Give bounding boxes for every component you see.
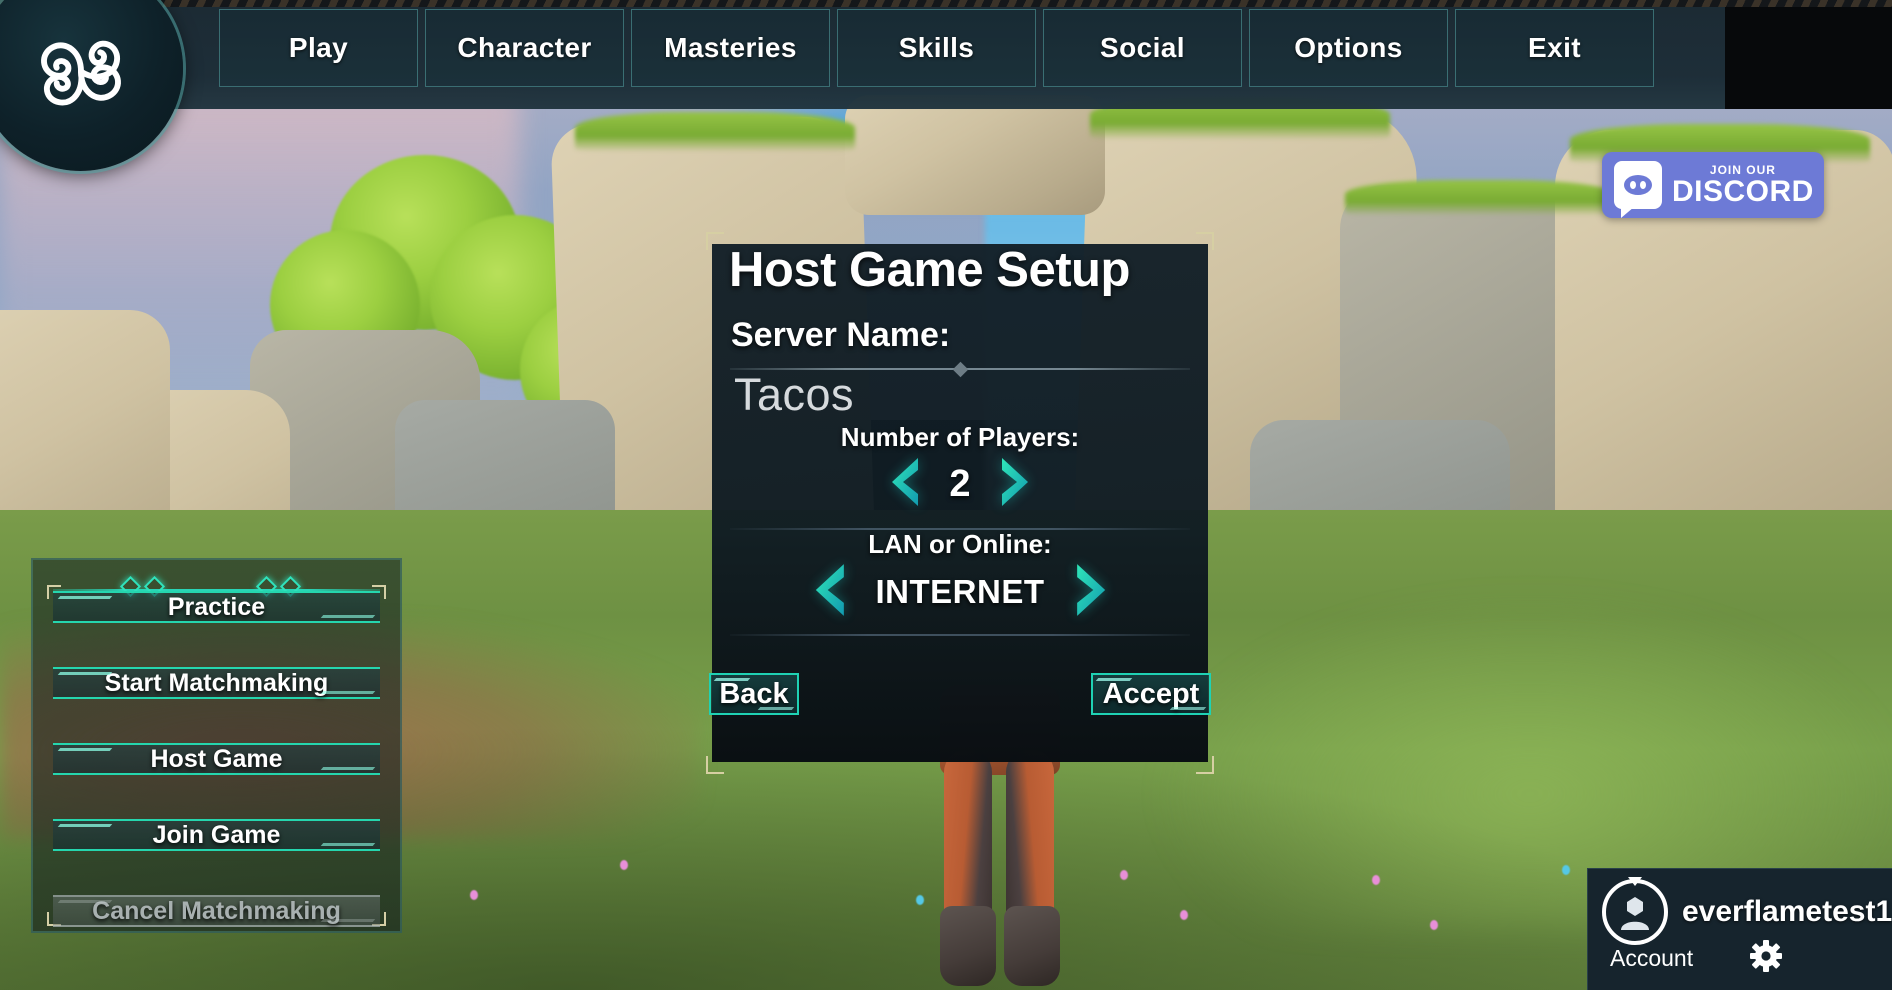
menu-item-label: Host Game [150,744,283,773]
dialog-corner-icon [706,232,724,250]
number-of-players-value: 2 [949,462,971,505]
menu-item-practice[interactable]: Practice [53,591,380,623]
dialog-corner-icon [1196,232,1214,250]
account-username: everflametest1 [1682,895,1892,928]
chevron-right-glyph [1076,563,1105,616]
menu-item-label: Practice [167,592,266,621]
nav-label: Options [1294,32,1403,63]
navbar-right-filler [1725,0,1892,109]
flower [1562,865,1570,875]
chevron-left-glyph [892,457,919,506]
discord-wordmark: DISCORD [1672,175,1814,208]
menu-item-label: Join Game [152,820,281,849]
back-button[interactable]: Back [709,673,799,715]
lan-or-online-label: LAN or Online: [868,529,1052,559]
menu-item-start-matchmaking[interactable]: Start Matchmaking [53,667,380,699]
play-menu-panel: Practice Start Matchmaking Host Game Joi… [31,558,402,933]
flower [1430,920,1438,930]
separator-line [730,634,1190,636]
nav-label: Character [457,32,592,63]
accept-button[interactable]: Accept [1091,673,1211,715]
account-actions: Account [1610,939,1783,978]
dialog-footer-separator [730,628,1190,642]
flower [620,860,628,870]
players-decrement-chevron-left-icon[interactable] [887,456,927,513]
nav-item-social[interactable]: Social [1043,9,1242,87]
number-of-players-stepper: 2 [712,456,1208,512]
chevron-left-glyph [815,563,844,616]
lan-or-online-value: INTERNET [875,573,1045,610]
menu-item-cancel-matchmaking: Cancel Matchmaking [53,895,380,927]
server-name-input[interactable]: Tacos [734,369,854,421]
moss [575,112,855,152]
separator-diamond-icon [952,361,968,378]
number-of-players-label: Number of Players: [840,422,1080,452]
gear-glyph [1750,940,1783,972]
play-menu-list: Practice Start Matchmaking Host Game Joi… [53,591,380,927]
flower [1180,910,1188,920]
panel-decoration [53,571,380,598]
mode-previous-chevron-left-icon[interactable] [810,562,854,623]
dialog-corner-icon [706,756,724,774]
flower [916,895,924,905]
avatar[interactable] [1602,877,1668,945]
lan-or-online-stepper: INTERNET [712,562,1208,623]
nav-label: Skills [898,32,975,63]
dialog-title: Host Game Setup [729,243,1130,297]
nav-label: Play [288,32,349,63]
nav-item-character[interactable]: Character [425,9,624,87]
navbar-hatch-strip [0,0,1892,7]
menu-item-label: Cancel Matchmaking [92,896,341,925]
host-game-setup-dialog: Host Game Setup Server Name: Tacos Numbe… [706,232,1214,774]
back-button-label: Back [719,677,789,710]
flower [470,890,478,900]
game-screen: Play Character Masteries Skills Social O… [0,0,1892,990]
accept-button-label: Accept [1102,677,1200,710]
mode-next-chevron-right-icon[interactable] [1067,562,1111,623]
account-panel: everflametest1 Account [1587,868,1892,990]
nav-label: Masteries [664,32,797,63]
server-name-label: Server Name: [731,316,951,354]
account-link[interactable]: Account [1610,945,1693,972]
character-boot [1004,906,1060,986]
menu-item-host-game[interactable]: Host Game [53,743,380,775]
menu-item-join-game[interactable]: Join Game [53,819,380,851]
play-menu-inner: Practice Start Matchmaking Host Game Joi… [47,571,386,927]
nav-item-play[interactable]: Play [219,9,418,87]
flower [1372,875,1380,885]
discord-text: JOIN OUR DISCORD [1672,163,1814,207]
discord-icon [1614,161,1662,218]
nav-item-skills[interactable]: Skills [837,9,1036,87]
triskelion-logo-icon [40,40,121,105]
chevron-right-glyph [1001,457,1028,506]
gear-icon[interactable] [1749,939,1783,978]
rock [845,95,1105,215]
players-increment-chevron-right-icon[interactable] [993,456,1033,513]
nav-label: Exit [1528,32,1581,63]
menu-item-label: Start Matchmaking [104,668,329,697]
nav-item-options[interactable]: Options [1249,9,1448,87]
nav-menu: Play Character Masteries Skills Social O… [219,9,1654,87]
discord-badge[interactable]: JOIN OUR DISCORD [1602,152,1824,218]
moss [1345,180,1615,216]
dialog-corner-icon [1196,756,1214,774]
nav-item-exit[interactable]: Exit [1455,9,1654,87]
user-avatar-icon [1621,897,1649,930]
nav-label: Social [1100,32,1185,63]
flower [1120,870,1128,880]
account-identity: everflametest1 [1602,877,1892,945]
discord-glyph [1624,175,1652,195]
character-boot [940,906,996,986]
nav-item-masteries[interactable]: Masteries [631,9,830,87]
